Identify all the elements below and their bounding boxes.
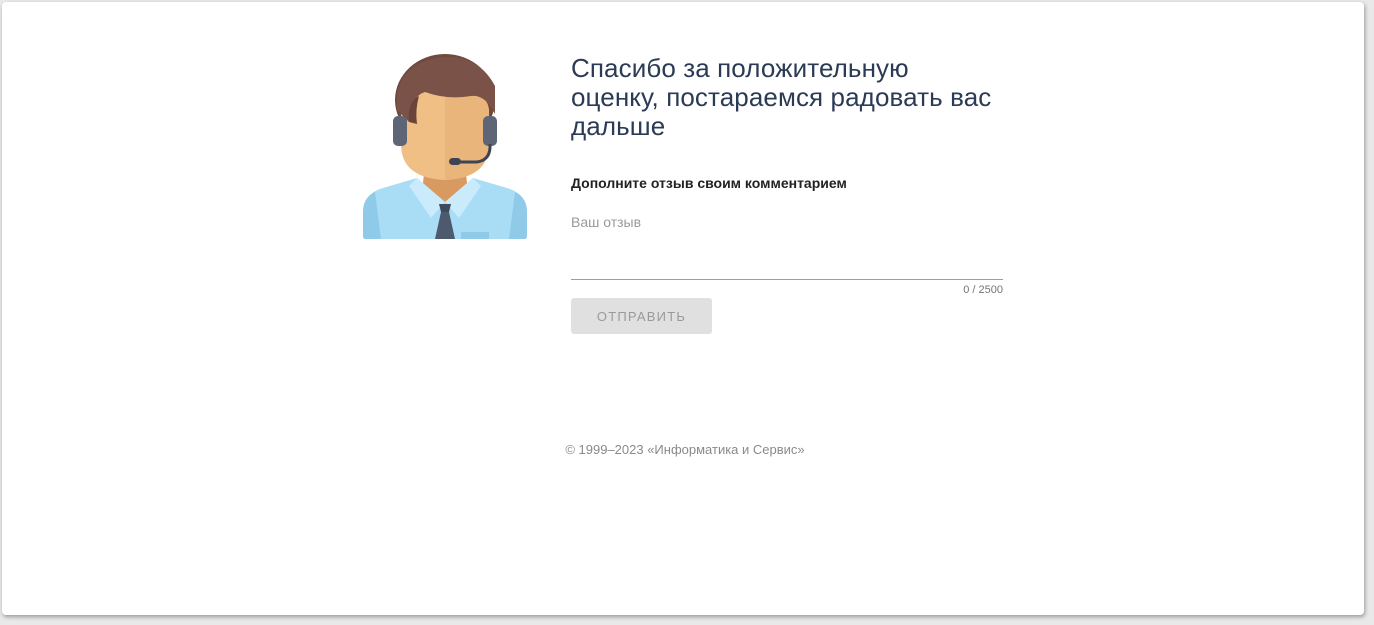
review-field[interactable]: Ваш отзыв <box>571 209 1003 280</box>
submit-button[interactable]: ОТПРАВИТЬ <box>571 298 712 334</box>
page-title: Спасибо за положительную оценку, постара… <box>571 53 992 141</box>
support-operator-avatar-icon <box>359 52 531 240</box>
review-textarea[interactable] <box>571 227 1003 271</box>
feedback-content: Спасибо за положительную оценку, постара… <box>571 54 1003 334</box>
feedback-page: Спасибо за положительную оценку, постара… <box>2 2 1364 615</box>
copyright-footer: © 1999–2023 «Информатика и Сервис» <box>565 442 805 457</box>
comment-prompt: Дополните отзыв своим комментарием <box>571 175 847 191</box>
character-counter: 0 / 2500 <box>963 284 1003 296</box>
